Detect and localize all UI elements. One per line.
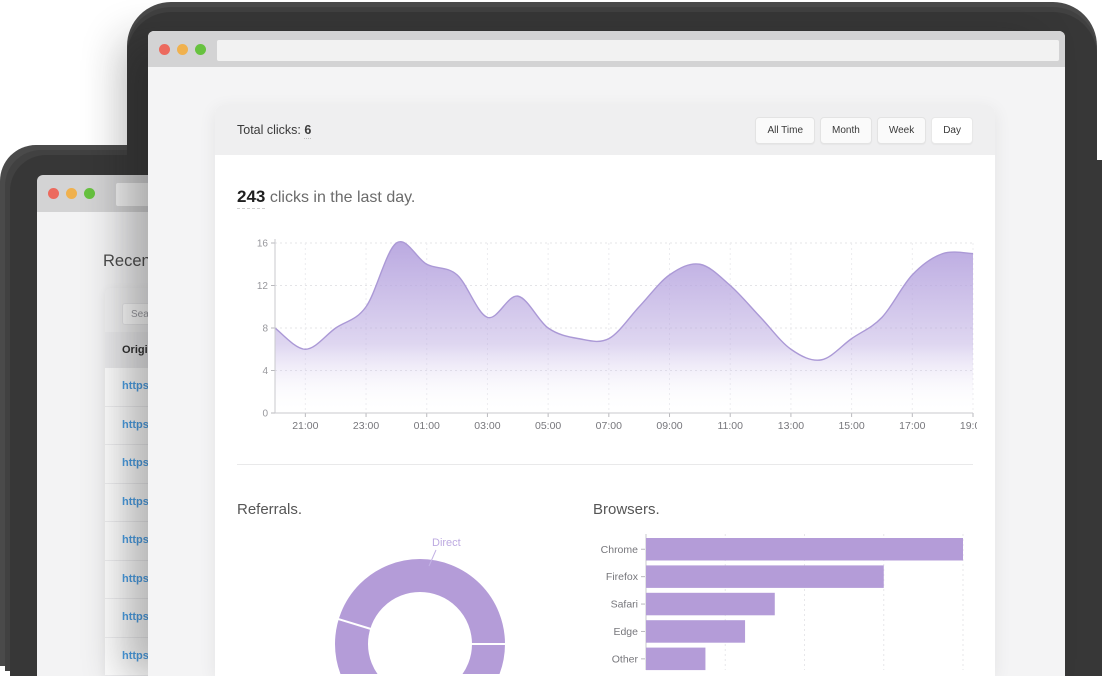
svg-text:Direct: Direct: [432, 537, 461, 549]
svg-text:Safari: Safari: [611, 599, 638, 611]
browsers-section: Browsers. Chrome Firefox Safari Edge Other: [593, 501, 973, 674]
clicks-headline-text: clicks in the last day.: [270, 189, 416, 206]
svg-text:Firefox: Firefox: [606, 571, 639, 583]
browsers-title: Browsers.: [593, 501, 973, 518]
svg-text:Edge: Edge: [613, 626, 638, 638]
section-divider: [237, 464, 973, 465]
close-window-icon[interactable]: [159, 44, 170, 55]
front-url-bar[interactable]: [217, 40, 1059, 61]
referrals-title: Referrals.: [237, 501, 593, 518]
maximize-window-icon[interactable]: [195, 44, 206, 55]
referrals-section: Referrals. Direct: [237, 501, 593, 674]
svg-text:Chrome: Chrome: [601, 544, 639, 556]
svg-text:Other: Other: [612, 653, 639, 665]
filter-button-month[interactable]: Month: [820, 117, 872, 144]
front-browser-frame-right: [1065, 160, 1102, 676]
total-clicks-label: Total clicks: 6: [237, 123, 311, 137]
clicks-count: 243: [237, 187, 265, 209]
analytics-page: Total clicks: 6 All TimeMonthWeekDay 243…: [148, 67, 1065, 676]
svg-text:09:00: 09:00: [656, 420, 682, 431]
filter-button-week[interactable]: Week: [877, 117, 926, 144]
svg-text:12: 12: [257, 281, 269, 292]
maximize-window-icon[interactable]: [84, 188, 95, 199]
svg-text:8: 8: [262, 324, 268, 335]
svg-text:17:00: 17:00: [899, 420, 925, 431]
svg-text:19:00: 19:00: [960, 420, 977, 431]
analytics-card: Total clicks: 6 All TimeMonthWeekDay 243…: [215, 105, 995, 676]
time-filter-group: All TimeMonthWeekDay: [755, 117, 973, 144]
svg-text:15:00: 15:00: [838, 420, 864, 431]
screenshot-stage: Recent Origin https://https://https://ht…: [0, 0, 1102, 676]
svg-text:4: 4: [262, 366, 268, 377]
total-clicks-text: Total clicks:: [237, 123, 301, 137]
svg-text:07:00: 07:00: [596, 420, 622, 431]
close-window-icon[interactable]: [48, 188, 59, 199]
svg-text:21:00: 21:00: [292, 420, 318, 431]
browsers-bar-chart: Chrome Firefox Safari Edge Other: [593, 530, 973, 672]
analytics-card-body: 243 clicks in the last day. 0 4 8 12 16 21:00…: [215, 155, 995, 674]
total-clicks-value: 6: [304, 123, 311, 139]
analytics-card-header: Total clicks: 6 All TimeMonthWeekDay: [215, 105, 995, 155]
clicks-area-chart: 0 4 8 12 16 21:00 23:00 01:00 03:00 05:00 07:00 09:…: [237, 235, 977, 431]
minimize-window-icon[interactable]: [177, 44, 188, 55]
filter-button-all-time[interactable]: All Time: [755, 117, 815, 144]
filter-button-day[interactable]: Day: [931, 117, 973, 144]
front-browser-window: Total clicks: 6 All TimeMonthWeekDay 243…: [148, 31, 1065, 676]
svg-text:16: 16: [257, 239, 269, 250]
svg-text:13:00: 13:00: [778, 420, 804, 431]
svg-text:05:00: 05:00: [535, 420, 561, 431]
minimize-window-icon[interactable]: [66, 188, 77, 199]
svg-text:03:00: 03:00: [474, 420, 500, 431]
clicks-headline: 243 clicks in the last day.: [237, 187, 973, 207]
referrals-donut-chart: Direct: [300, 532, 540, 674]
front-browser-toolbar: [148, 31, 1065, 67]
svg-text:23:00: 23:00: [353, 420, 379, 431]
svg-text:0: 0: [262, 409, 268, 420]
svg-text:11:00: 11:00: [717, 420, 743, 431]
svg-text:01:00: 01:00: [414, 420, 440, 431]
